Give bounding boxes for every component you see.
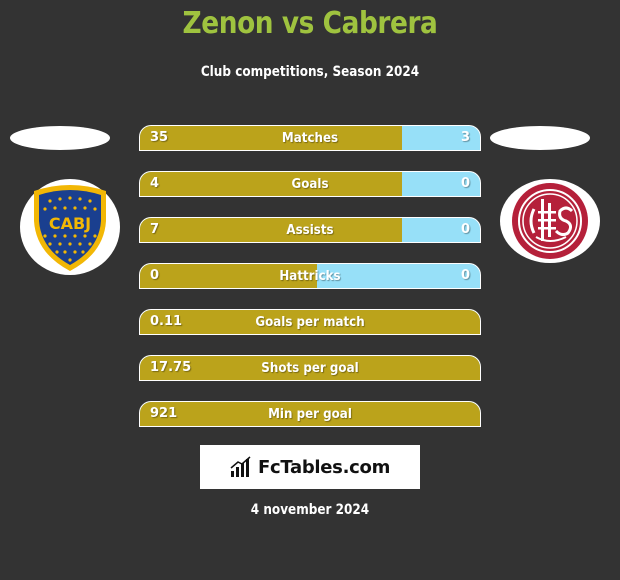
- stat-label: Goals: [291, 176, 329, 192]
- bar-chart-icon: [230, 456, 251, 477]
- stat-row-goals-per-match: 0.11 Goals per match: [139, 309, 481, 335]
- stat-label: Min per goal: [268, 406, 352, 422]
- stat-row-assists: 7 Assists 0: [139, 217, 481, 243]
- crest-text: CABJ: [49, 214, 91, 233]
- stat-label: Goals per match: [255, 314, 365, 330]
- left-value: 4: [150, 176, 160, 191]
- boca-juniors-crest-icon: CABJ: [34, 185, 106, 271]
- stat-row-hattricks: 0 Hattricks 0: [139, 263, 481, 289]
- right-value: 0: [460, 222, 470, 237]
- stat-label: Assists: [286, 222, 334, 238]
- left-club-logo: CABJ: [20, 179, 120, 275]
- page-subtitle: Club competitions, Season 2024: [200, 64, 420, 80]
- right-value: 3: [460, 130, 470, 145]
- fctables-logo[interactable]: FcTables.com: [200, 445, 420, 489]
- right-value: 0: [460, 268, 470, 283]
- stat-row-goals: 4 Goals 0: [139, 171, 481, 197]
- left-value: 0: [150, 268, 160, 283]
- stat-row-matches: 35 Matches 3: [139, 125, 481, 151]
- left-player-placeholder: [10, 126, 110, 150]
- stat-label: Matches: [281, 130, 339, 146]
- stat-row-min-per-goal: 921 Min per goal: [139, 401, 481, 427]
- brand-name: FcTables.com: [257, 456, 391, 478]
- stat-label: Hattricks: [279, 268, 341, 284]
- stat-label: Shots per goal: [261, 360, 359, 376]
- right-club-logo: [500, 179, 600, 263]
- stat-row-shots-per-goal: 17.75 Shots per goal: [139, 355, 481, 381]
- right-value: 0: [460, 176, 470, 191]
- page-title: Zenon vs Cabrera: [182, 6, 438, 41]
- left-value: 7: [150, 222, 160, 237]
- right-player-placeholder: [490, 126, 590, 150]
- report-date: 4 november 2024: [250, 502, 370, 518]
- lanus-crest-icon: [512, 183, 588, 259]
